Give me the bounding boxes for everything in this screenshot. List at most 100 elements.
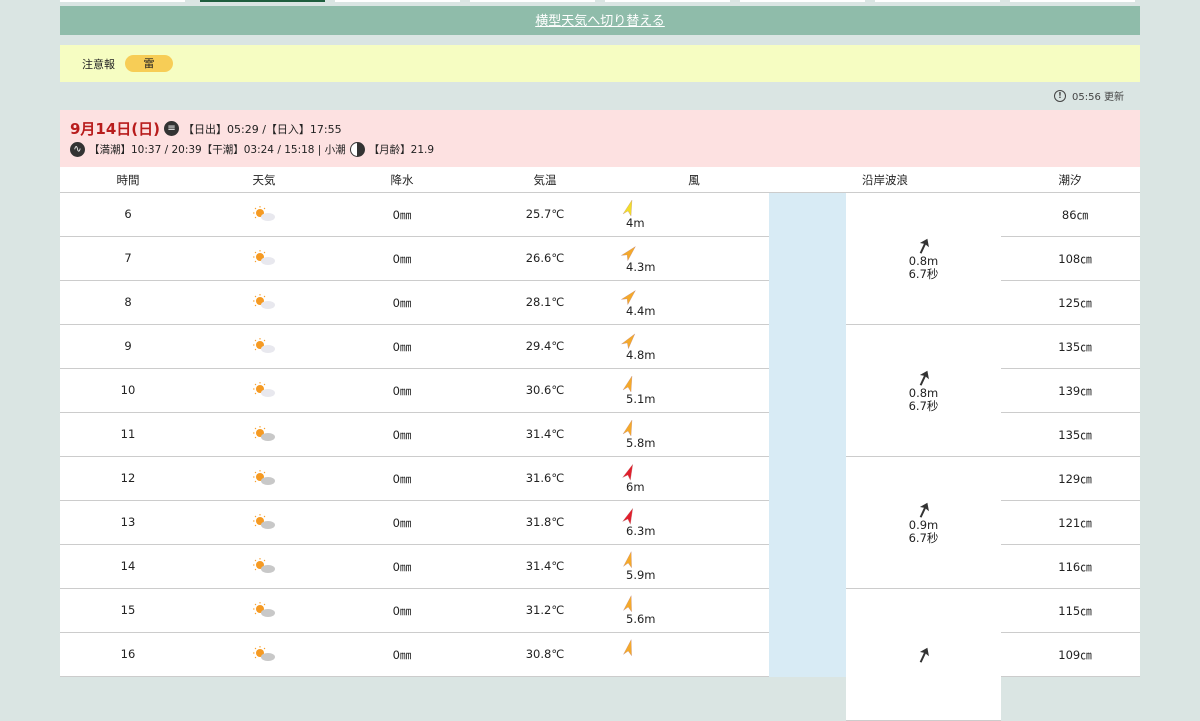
tide-level: 108㎝ xyxy=(1058,252,1092,266)
sunny-cloudy-icon xyxy=(253,206,275,221)
moon-icon xyxy=(349,142,365,157)
rain: 0㎜ xyxy=(392,428,412,442)
sunny-cloudy-icon xyxy=(253,470,275,485)
warning-badge-thunder[interactable]: 雷 xyxy=(125,55,173,72)
wave-period: 6.7秒 xyxy=(908,530,939,545)
wave-height: 0.8m xyxy=(908,385,939,400)
sunrise-icon: ≡ xyxy=(164,121,180,136)
header-temp: 気温 xyxy=(533,173,557,187)
tab-active[interactable] xyxy=(200,0,325,2)
day-header: 9月14日(日) ≡ 【日出】05:29 /【日入】17:55 ∿ 【満潮】10… xyxy=(60,110,1140,167)
wind: 4.4m xyxy=(620,287,656,318)
sunny-cloudy-icon xyxy=(253,646,275,661)
hour: 11 xyxy=(120,427,136,441)
wind-speed: 4.3m xyxy=(626,260,656,274)
tide-times: 【満潮】10:37 / 20:39【干潮】03:24 / 15:18 | 小潮 xyxy=(89,144,346,156)
tide-level: 135㎝ xyxy=(1058,340,1092,354)
tab[interactable] xyxy=(1010,0,1135,2)
tab[interactable] xyxy=(60,0,185,2)
wind: 6.3m xyxy=(620,507,656,538)
sunny-cloudy-icon xyxy=(253,338,275,353)
header-rain: 降水 xyxy=(390,173,414,187)
info-icon: ! xyxy=(1054,89,1066,102)
temperature: 25.7℃ xyxy=(525,207,565,221)
update-time: ! 05:56 更新 xyxy=(1054,88,1124,103)
hour: 15 xyxy=(120,603,136,617)
warning-bar: 注意報 雷 xyxy=(60,45,1140,82)
tide-icon: ∿ xyxy=(70,142,85,157)
tab[interactable] xyxy=(875,0,1000,2)
header-wind: 風 xyxy=(688,173,700,187)
tab[interactable] xyxy=(335,0,460,2)
temperature: 30.8℃ xyxy=(525,647,565,661)
switch-horizontal-link[interactable]: 横型天気へ切り替える xyxy=(535,14,665,29)
tide-level: 139㎝ xyxy=(1058,384,1092,398)
rain: 0㎜ xyxy=(392,560,412,574)
warning-label: 注意報 xyxy=(82,57,115,71)
tab[interactable] xyxy=(605,0,730,2)
rain: 0㎜ xyxy=(392,604,412,618)
hour: 7 xyxy=(124,251,132,265)
wind: 5.8m xyxy=(620,419,656,450)
rain: 0㎜ xyxy=(392,340,412,354)
hour: 6 xyxy=(124,207,132,221)
rain: 0㎜ xyxy=(392,472,412,486)
wave-period: 6.7秒 xyxy=(908,398,939,413)
wind-speed: 4.8m xyxy=(626,348,656,362)
tab[interactable] xyxy=(470,0,595,2)
wave-height: 0.9m xyxy=(908,517,939,532)
tide-level: 116㎝ xyxy=(1058,560,1092,574)
wind: 5.9m xyxy=(620,551,656,582)
tide-level: 129㎝ xyxy=(1058,472,1092,486)
header-time: 時間 xyxy=(116,173,140,187)
wind: 6m xyxy=(620,463,645,494)
tide-level: 135㎝ xyxy=(1058,428,1092,442)
sunny-cloudy-icon xyxy=(253,426,275,441)
rain: 0㎜ xyxy=(392,252,412,266)
wind: 4m xyxy=(620,199,645,230)
wind-speed: 5.9m xyxy=(626,568,656,582)
switch-bar: 横型天気へ切り替える xyxy=(60,6,1140,35)
tide-level: 125㎝ xyxy=(1058,296,1092,310)
temperature: 28.1℃ xyxy=(525,295,565,309)
wind xyxy=(620,639,636,659)
rain: 0㎜ xyxy=(392,384,412,398)
wind-speed: 4m xyxy=(626,216,645,230)
wave-cell: 0.9m 6.7秒 xyxy=(846,457,1001,589)
header-tide: 潮汐 xyxy=(1058,173,1082,187)
wind-speed: 4.4m xyxy=(626,304,656,318)
rain: 0㎜ xyxy=(392,516,412,530)
wave-direction-arrow-icon xyxy=(919,647,929,663)
rain: 0㎜ xyxy=(392,296,412,310)
wave-height: 0.8m xyxy=(908,253,939,268)
wind-speed: 5.1m xyxy=(626,392,656,406)
wave-direction-column xyxy=(769,193,846,677)
table-header: 時間 天気 降水 気温 風 沿岸波浪 潮汐 xyxy=(60,167,1140,193)
hour: 12 xyxy=(120,471,136,485)
temperature: 31.4℃ xyxy=(525,427,565,441)
wind-speed: 5.6m xyxy=(626,612,656,626)
header-waves: 沿岸波浪 xyxy=(862,173,908,187)
sunny-cloudy-icon xyxy=(253,250,275,265)
sunny-cloudy-icon xyxy=(253,514,275,529)
wind-speed: 6.3m xyxy=(626,524,656,538)
wind: 5.6m xyxy=(620,595,656,626)
wind-speed: 5.8m xyxy=(626,436,656,450)
tide-level: 115㎝ xyxy=(1058,604,1092,618)
hour: 8 xyxy=(124,295,132,309)
top-tabs xyxy=(60,0,1140,2)
temperature: 31.2℃ xyxy=(525,603,565,617)
wind: 4.3m xyxy=(620,243,656,274)
rain: 0㎜ xyxy=(392,208,412,222)
hour: 10 xyxy=(120,383,136,397)
temperature: 31.6℃ xyxy=(525,471,565,485)
sun-times: 【日出】05:29 /【日入】17:55 xyxy=(183,122,342,136)
wave-cell: 0.8m 6.7秒 xyxy=(846,193,1001,325)
tab[interactable] xyxy=(740,0,865,2)
header-weather: 天気 xyxy=(252,173,276,187)
tide-level: 121㎝ xyxy=(1058,516,1092,530)
temperature: 26.6℃ xyxy=(525,251,565,265)
wind-arrow-icon xyxy=(623,639,632,657)
tide-level: 86㎝ xyxy=(1061,208,1089,222)
tide-level: 109㎝ xyxy=(1058,648,1092,662)
